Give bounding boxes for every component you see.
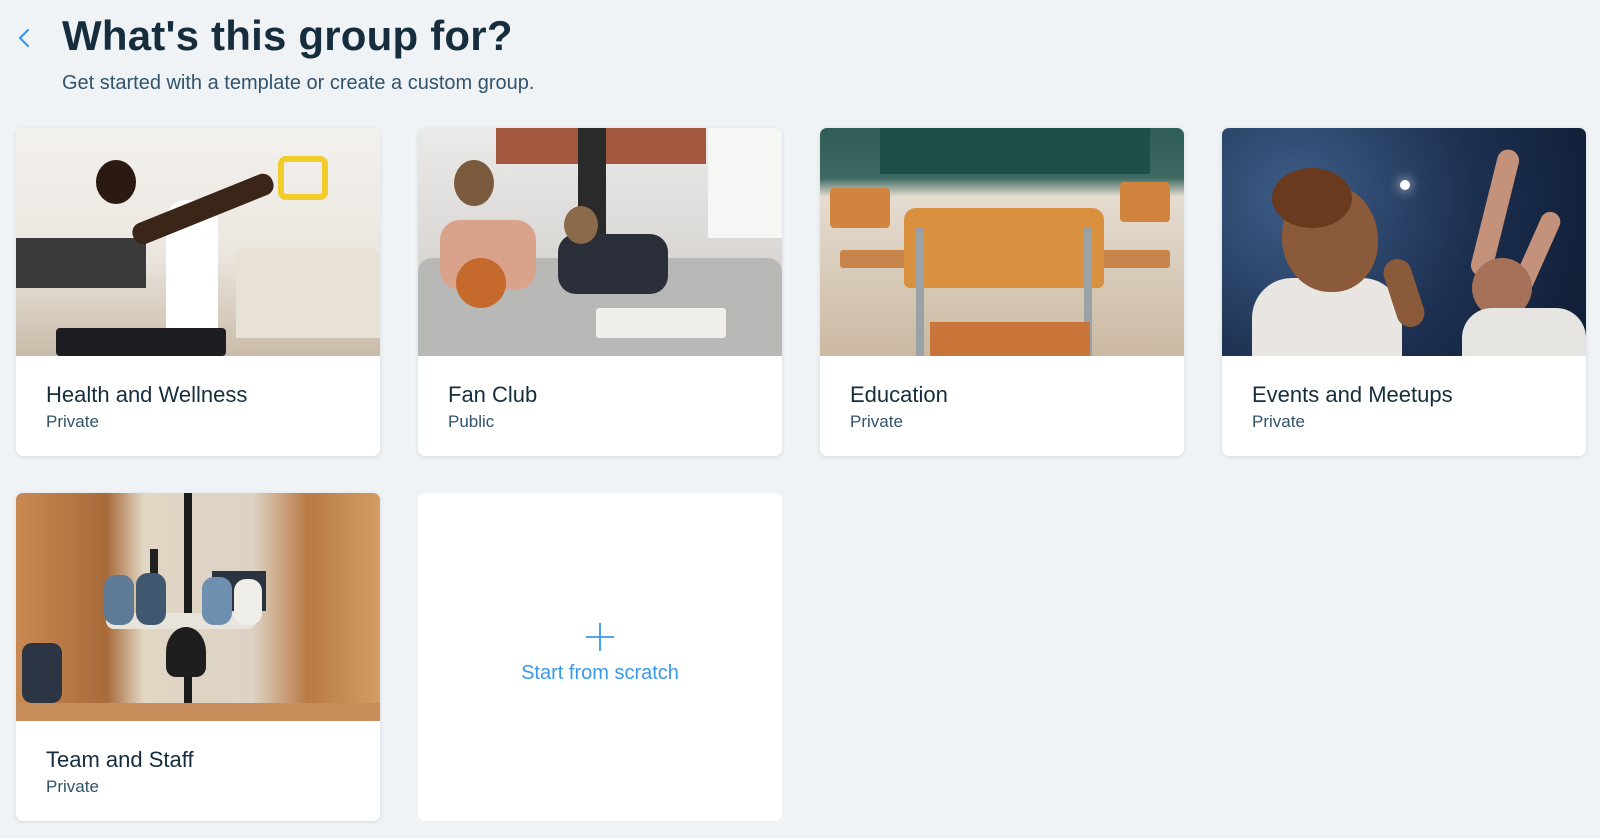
template-card-team-and-staff[interactable]: Team and Staff Private (16, 493, 380, 821)
template-privacy: Public (448, 412, 495, 431)
template-image (1222, 128, 1586, 356)
template-card-health-and-wellness[interactable]: Health and Wellness Private (16, 128, 380, 456)
template-title: Education (850, 382, 948, 407)
template-grid: Health and Wellness Private Fan Club Pub… (16, 128, 1588, 821)
template-card-fan-club[interactable]: Fan Club Public (418, 128, 782, 456)
template-privacy: Private (46, 412, 99, 431)
template-privacy: Private (850, 412, 903, 431)
chevron-left-icon (18, 28, 30, 48)
start-from-scratch-card[interactable]: Start from scratch (418, 493, 782, 821)
template-image (16, 493, 380, 721)
template-title: Health and Wellness (46, 382, 248, 407)
template-privacy: Private (1252, 412, 1305, 431)
template-card-events-and-meetups[interactable]: Events and Meetups Private (1222, 128, 1586, 456)
template-title: Team and Staff (46, 747, 194, 772)
page: What's this group for? Get started with … (0, 0, 1600, 838)
template-title: Fan Club (448, 382, 538, 407)
page-title: What's this group for? (62, 12, 513, 59)
start-from-scratch-label: Start from scratch (521, 661, 679, 684)
back-button[interactable] (12, 24, 36, 52)
template-image (820, 128, 1184, 356)
template-image (418, 128, 782, 356)
plus-icon (586, 622, 614, 651)
page-subtitle: Get started with a template or create a … (62, 72, 535, 94)
template-privacy: Private (46, 777, 99, 796)
template-title: Events and Meetups (1252, 382, 1453, 407)
template-card-education[interactable]: Education Private (820, 128, 1184, 456)
template-image (16, 128, 380, 356)
